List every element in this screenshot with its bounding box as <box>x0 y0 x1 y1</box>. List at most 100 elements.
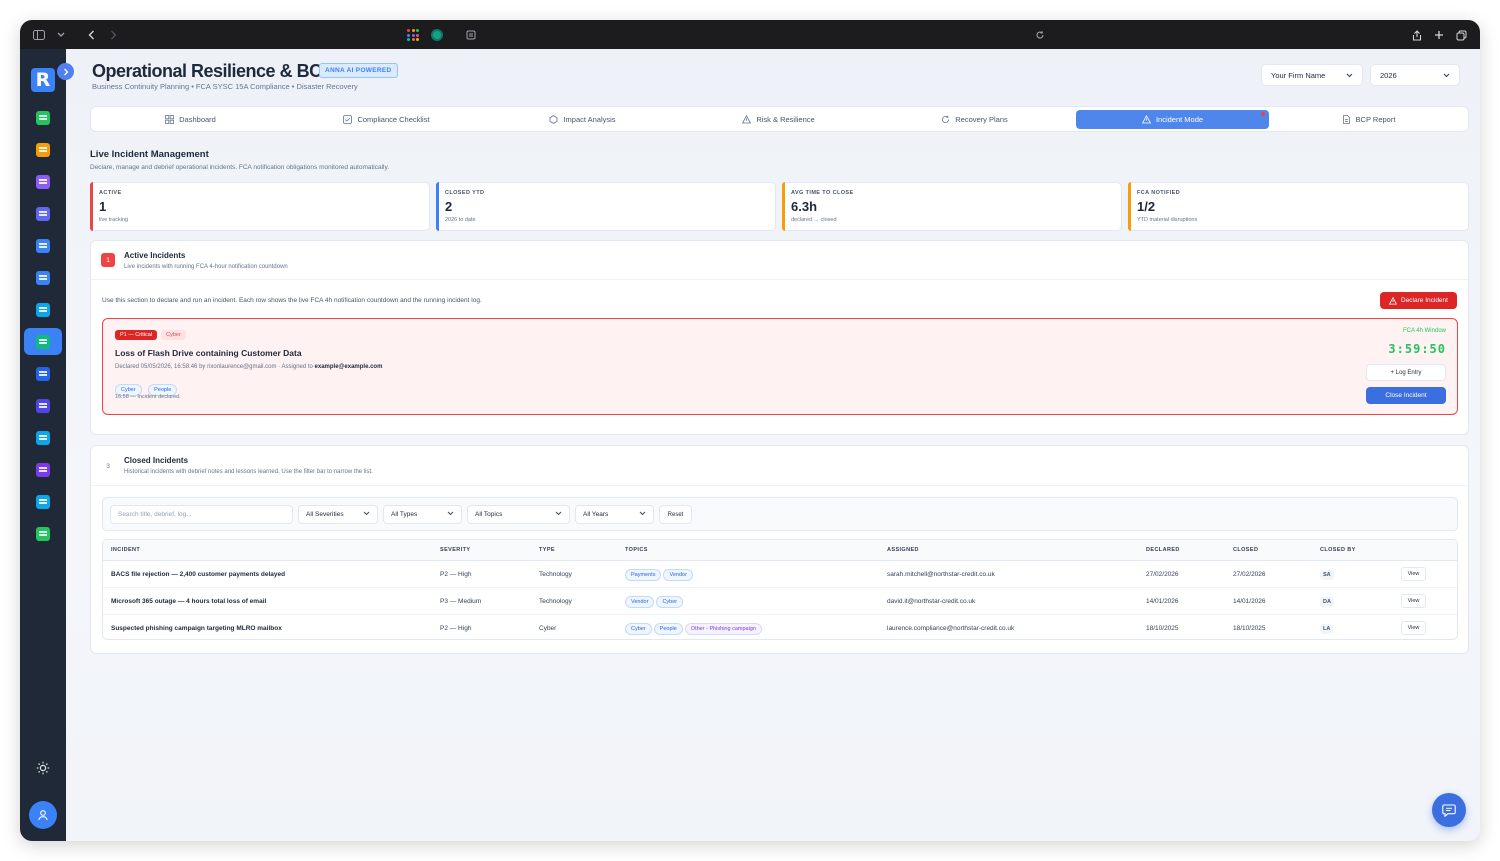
sidebar-item-reports[interactable] <box>24 104 62 131</box>
cell-assigned: laurence.compliance@northstar-credit.co.… <box>887 625 1015 632</box>
tab-risk-resilience[interactable]: Risk & Resilience <box>682 110 875 129</box>
sidebar-item-map[interactable] <box>24 488 62 515</box>
close-incident-button[interactable]: Close Incident <box>1366 387 1446 404</box>
active-incident-card[interactable]: P1 — Critical Cyber Loss of Flash Drive … <box>102 318 1458 415</box>
sidebar-item-card[interactable] <box>24 520 62 547</box>
cell-topics: Payments Vendor <box>625 569 695 581</box>
view-button[interactable]: View <box>1401 567 1426 581</box>
tab-bcp-report[interactable]: BCP Report <box>1272 110 1465 129</box>
sidebar-item-chart[interactable] <box>24 232 62 259</box>
type-filter[interactable]: All Types <box>383 505 462 524</box>
cell-incident: Microsoft 365 outage — 4 hours total los… <box>111 598 267 605</box>
declared-text: Declared 05/05/2026, 16:58:46 by rixonla… <box>115 364 315 370</box>
declare-incident-button[interactable]: Declare Incident <box>1380 292 1457 309</box>
browser-toolbar <box>20 20 1480 49</box>
stat-note: declared → closed <box>791 217 837 223</box>
stat-note: YTD material disruptions <box>1137 217 1198 223</box>
tab-dashboard[interactable]: Dashboard <box>94 110 287 129</box>
reload-icon[interactable] <box>1031 26 1049 44</box>
tab-bar: Dashboard Compliance Checklist Impact An… <box>90 106 1469 132</box>
tab-impact-analysis[interactable]: Impact Analysis <box>486 110 679 129</box>
page-settings-icon[interactable] <box>462 26 480 44</box>
chat-button[interactable] <box>1432 793 1466 827</box>
topic-tag: Cyber <box>625 623 652 635</box>
tabs-overview-icon[interactable] <box>1452 26 1470 44</box>
sidebar-collapse-button[interactable] <box>57 63 74 80</box>
chevron-down-icon[interactable] <box>52 26 70 44</box>
tab-label: Compliance Checklist <box>357 115 430 124</box>
chevron-down-icon <box>639 511 646 518</box>
sidebar-item-monitor[interactable] <box>24 296 62 323</box>
news-icon <box>36 270 50 285</box>
new-tab-icon[interactable] <box>1430 26 1448 44</box>
cell-declared: 18/10/2025 <box>1146 625 1179 632</box>
forward-icon[interactable] <box>104 26 122 44</box>
sidebar-item-shield-lock[interactable] <box>24 424 62 451</box>
reset-filters-button[interactable]: Reset <box>659 505 692 524</box>
sidebar-item-store[interactable] <box>24 392 62 419</box>
table-header: INCIDENT SEVERITY TYPE TOPICS ASSIGNED D… <box>103 540 1457 561</box>
table-row[interactable]: BACS file rejection — 2,400 customer pay… <box>103 561 1457 588</box>
cell-type: Technology <box>539 571 572 578</box>
apps-grid-icon[interactable] <box>404 26 422 44</box>
column-header: CLOSED <box>1233 547 1259 553</box>
refresh-icon <box>942 115 950 123</box>
cell-declared: 27/02/2026 <box>1146 571 1179 578</box>
tab-label: Risk & Resilience <box>756 115 815 124</box>
user-avatar[interactable] <box>29 801 57 829</box>
sidebar-item-users[interactable] <box>24 168 62 195</box>
year-select[interactable]: 2026 <box>1370 64 1460 86</box>
incident-meta: Declared 05/05/2026, 16:58:46 by rixonla… <box>115 364 382 370</box>
table-row[interactable]: Suspected phishing campaign targeting ML… <box>103 615 1457 639</box>
cell-topics: Cyber People Other - Phishing campaign <box>625 623 764 635</box>
closed-by-initials: SA <box>1320 570 1334 580</box>
back-icon[interactable] <box>82 26 100 44</box>
filter-value: All Years <box>583 511 609 518</box>
active-incidents-panel: 1 Active Incidents Live incidents with r… <box>90 240 1469 435</box>
fca-countdown: 3:59:50 <box>1388 342 1446 356</box>
stat-card-closed-ytd: CLOSED YTD 2 2026 to date <box>436 182 776 231</box>
cell-assigned: david.it@northstar-credit.co.uk <box>887 598 976 605</box>
firm-select[interactable]: Your Firm Name <box>1261 64 1363 86</box>
topic-tag: Other - Phishing campaign <box>684 623 762 635</box>
search-input[interactable]: Search title, debrief, log... <box>110 505 293 524</box>
sidebar-item-building[interactable] <box>24 136 62 163</box>
page-subtitle: Business Continuity Planning • FCA SYSC … <box>92 82 358 91</box>
accent-bar <box>90 182 93 231</box>
chart-icon <box>36 238 50 253</box>
app-logo[interactable]: R <box>31 68 55 92</box>
view-button[interactable]: View <box>1401 621 1426 635</box>
card-icon <box>36 526 50 541</box>
stat-label: FCA NOTIFIED <box>1137 190 1181 196</box>
cell-type: Technology <box>539 598 572 605</box>
cell-incident: Suspected phishing campaign targeting ML… <box>111 625 282 632</box>
share-icon[interactable] <box>1408 26 1426 44</box>
button-label: Declare Incident <box>1401 297 1448 304</box>
table-row[interactable]: Microsoft 365 outage — 4 hours total los… <box>103 588 1457 615</box>
sidebar-item-list[interactable] <box>24 456 62 483</box>
tab-incident-mode[interactable]: Incident Mode <box>1076 110 1269 129</box>
tab-compliance-checklist[interactable]: Compliance Checklist <box>290 110 483 129</box>
sun-icon[interactable] <box>36 761 50 779</box>
sidebar-item-shield[interactable] <box>24 200 62 227</box>
severity-filter[interactable]: All Severities <box>298 505 378 524</box>
closed-count-badge: 3 <box>106 462 110 470</box>
theme-toggle[interactable] <box>20 761 66 779</box>
search-placeholder: Search title, debrief, log... <box>118 511 192 518</box>
view-button[interactable]: View <box>1401 594 1426 608</box>
tab-recovery-plans[interactable]: Recovery Plans <box>878 110 1071 129</box>
cell-closed: 14/01/2026 <box>1233 598 1266 605</box>
sidebar-toggle-icon[interactable] <box>30 26 48 44</box>
sidebar-item-shield-check[interactable] <box>24 328 62 355</box>
accent-bar <box>782 182 785 231</box>
logo-letter: R <box>35 69 51 91</box>
grammarly-icon[interactable] <box>428 26 446 44</box>
years-filter[interactable]: All Years <box>575 505 654 524</box>
monitor-icon <box>36 302 50 317</box>
topics-filter[interactable]: All Topics <box>467 505 570 524</box>
stat-value: 1/2 <box>1137 199 1156 214</box>
cell-declared: 14/01/2026 <box>1146 598 1179 605</box>
sidebar-item-target[interactable] <box>24 360 62 387</box>
sidebar-item-news[interactable] <box>24 264 62 291</box>
log-entry-button[interactable]: + Log Entry <box>1366 364 1446 381</box>
